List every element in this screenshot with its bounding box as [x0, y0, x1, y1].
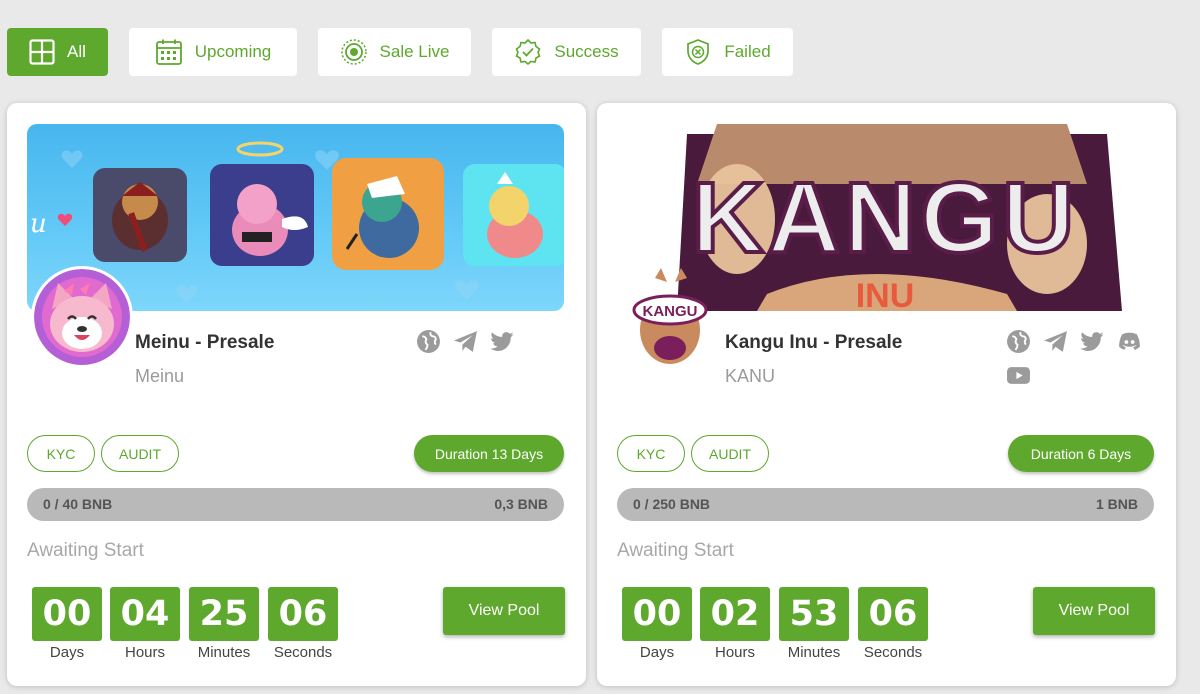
social-links	[1006, 329, 1166, 388]
duration-badge: Duration 6 Days	[1008, 435, 1154, 472]
banner-script-text: u	[30, 209, 47, 239]
progress-rate: 0,3 BNB	[494, 496, 548, 512]
kyc-badge[interactable]: KYC	[27, 435, 95, 472]
tab-label: Upcoming	[194, 42, 272, 61]
audit-badge[interactable]: AUDIT	[691, 435, 769, 472]
timer-seconds-label: Seconds	[863, 644, 923, 661]
logo-text: KANGU	[643, 303, 698, 320]
timer-minutes-label: Minutes	[197, 644, 251, 661]
tab-label: Success	[554, 42, 619, 61]
timer-seconds: 06	[268, 587, 338, 641]
timer-seconds: 06	[858, 587, 928, 641]
shield-x-icon	[687, 39, 710, 65]
telegram-icon[interactable]	[453, 329, 478, 354]
timer-days-label: Days	[49, 644, 85, 661]
tab-label: All	[67, 42, 86, 61]
progress-raised: 0 / 250 BNB	[633, 496, 711, 512]
progress-raised: 0 / 40 BNB	[43, 496, 113, 512]
tab-all[interactable]: All	[7, 28, 108, 76]
progress-bar: 0 / 250 BNB 1 BNB	[617, 488, 1154, 521]
shiba-avatar-image	[34, 269, 130, 365]
timer-hours: 02	[700, 587, 770, 641]
live-icon	[340, 39, 367, 65]
kyc-badge[interactable]: KYC	[617, 435, 685, 472]
badge-check-icon	[515, 38, 541, 66]
banner-logo-subtext: INU	[856, 277, 915, 311]
token-symbol: Meinu	[135, 366, 185, 386]
tab-label: Failed	[724, 42, 771, 61]
tab-success[interactable]: Success	[492, 28, 641, 76]
audit-badge[interactable]: AUDIT	[101, 435, 179, 472]
view-pool-button[interactable]: View Pool	[443, 587, 565, 635]
tab-upcoming[interactable]: Upcoming	[129, 28, 297, 76]
pool-card-meinu: u Meinu - Presale Meinu KYC AUDIT Durati…	[7, 103, 586, 686]
grid-icon	[29, 39, 55, 65]
pool-status: Awaiting Start	[617, 540, 734, 561]
token-avatar	[31, 266, 133, 368]
timer-days-label: Days	[639, 644, 675, 661]
tab-label: Sale Live	[379, 42, 450, 61]
timer-days: 00	[622, 587, 692, 641]
social-links	[416, 329, 515, 354]
view-pool-button[interactable]: View Pool	[1033, 587, 1155, 635]
youtube-icon[interactable]	[1006, 363, 1031, 388]
twitter-icon[interactable]	[1080, 329, 1105, 354]
token-avatar: KANGU	[625, 268, 715, 368]
discord-icon[interactable]	[1117, 329, 1142, 354]
twitter-icon[interactable]	[490, 329, 515, 354]
pool-title: Kangu Inu - Presale	[725, 332, 903, 353]
telegram-icon[interactable]	[1043, 329, 1068, 354]
timer-minutes-label: Minutes	[787, 644, 841, 661]
progress-rate: 1 BNB	[1095, 496, 1138, 512]
timer-days: 00	[32, 587, 102, 641]
calendar-icon	[155, 39, 182, 65]
banner-logo-text: KANGU	[692, 162, 1079, 274]
progress-bar: 0 / 40 BNB 0,3 BNB	[27, 488, 564, 521]
kangu-logo-image: KANGU	[632, 268, 708, 364]
pool-status: Awaiting Start	[27, 540, 144, 561]
timer-seconds-label: Seconds	[273, 644, 333, 661]
timer-hours-label: Hours	[124, 644, 165, 661]
globe-icon[interactable]	[416, 329, 441, 354]
timer-minutes: 25	[189, 587, 259, 641]
timer-hours-label: Hours	[714, 644, 755, 661]
pool-title: Meinu - Presale	[135, 332, 275, 353]
duration-badge: Duration 13 Days	[414, 435, 564, 472]
tab-failed[interactable]: Failed	[662, 28, 793, 76]
pool-card-kangu: KANGU INU KANGU Kangu Inu - Presale KANU…	[597, 103, 1176, 686]
token-symbol: KANU	[725, 366, 776, 386]
tab-sale-live[interactable]: Sale Live	[318, 28, 471, 76]
timer-hours: 04	[110, 587, 180, 641]
globe-icon[interactable]	[1006, 329, 1031, 354]
timer-minutes: 53	[779, 587, 849, 641]
